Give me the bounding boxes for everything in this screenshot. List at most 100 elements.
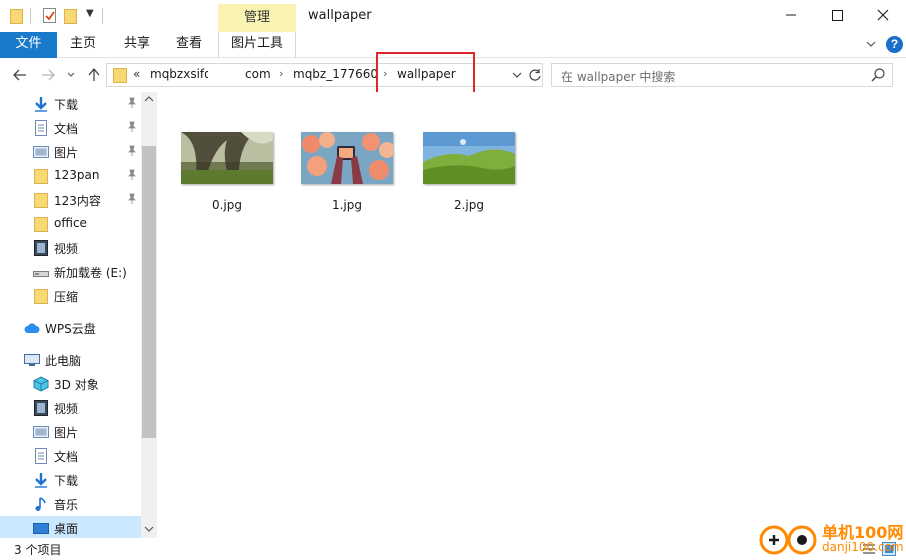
sidebar-item-desktop[interactable]: 桌面 [0,516,142,538]
separator [30,8,31,24]
sidebar-item-label: 3D 对象 [54,378,99,392]
help-icon[interactable]: ? [886,36,903,53]
folder-icon [10,9,23,24]
minimize-button[interactable] [768,0,814,30]
item-count: 3 个项目 [14,543,62,557]
file-name: 0.jpg [211,198,243,212]
sidebar-item-label: office [54,216,87,230]
window-title: wallpaper [308,8,372,23]
breadcrumb-separator[interactable]: › [279,67,283,80]
manage-contextual-tab[interactable]: 管理 [218,4,296,32]
sidebar-item-123content[interactable]: 123内容 [0,188,142,212]
search-icon[interactable] [870,67,886,83]
sidebar-item-label: 123内容 [54,194,101,208]
quick-access-dropdown-icon[interactable]: ▼ [86,8,94,19]
pin-icon[interactable] [126,169,138,181]
drive-icon [33,271,49,277]
file-item[interactable]: 0.jpg [179,132,275,214]
video-icon [34,400,48,416]
sidebar-item-videos[interactable]: 视频 [0,236,142,260]
watermark-logo [759,525,817,555]
tab-picture-tools[interactable]: 图片工具 [218,32,296,58]
3d-objects-icon [33,376,49,392]
new-folder-icon[interactable] [64,8,77,24]
breadcrumb-item[interactable]: com [245,67,271,81]
sidebar-item-label: 图片 [54,146,79,160]
folder-icon [34,169,48,184]
sidebar-item-downloads-pc[interactable]: 下载 [0,468,142,492]
sidebar-item-label: 文档 [54,450,79,464]
sidebar-item-123pan[interactable]: 123pan [0,164,142,188]
pin-icon[interactable] [126,121,138,133]
title-bar: ▼ 管理 wallpaper [0,0,906,32]
video-icon [34,240,48,256]
site-watermark: 单机100网 danji100.com [758,516,906,560]
back-arrow-icon[interactable] [12,67,28,83]
sidebar-item-downloads[interactable]: 下载 [0,92,142,116]
search-placeholder: 在 wallpaper 中搜索 [561,70,676,84]
music-icon [35,497,46,511]
download-icon [35,473,47,488]
sidebar-item-drive-e[interactable]: 新加载卷 (E:) [0,260,142,284]
sidebar-item-pictures-pc[interactable]: 图片 [0,420,142,444]
sidebar-item-this-pc[interactable]: 此电脑 [0,348,142,372]
breadcrumb-item[interactable]: mqbz_177660 [293,67,378,81]
recent-locations-icon[interactable] [66,67,76,83]
scroll-up-icon[interactable] [144,94,154,104]
breadcrumb-overflow[interactable]: « [133,67,140,81]
sidebar-item-label: 桌面 [54,522,79,536]
sidebar-item-office[interactable]: office [0,212,142,236]
tab-view[interactable]: 查看 [166,32,212,58]
desktop-icon [33,523,49,534]
tab-share[interactable]: 共享 [114,32,160,58]
chevron-down-icon[interactable] [864,37,878,51]
scrollbar-thumb[interactable] [142,146,156,438]
sidebar-item-compressed[interactable]: 压缩 [0,284,142,308]
address-bar[interactable]: « mqbzxsifd com › mqbz_177660 › wallpape… [106,63,543,87]
file-item[interactable]: 1.jpg [299,132,395,214]
sidebar-item-label: 视频 [54,242,79,256]
download-icon [35,97,47,112]
sidebar-item-documents-pc[interactable]: 文档 [0,444,142,468]
folder-icon [34,217,48,232]
pin-icon[interactable] [126,145,138,157]
sidebar-item-music[interactable]: 音乐 [0,492,142,516]
sidebar-item-label: WPS云盘 [45,322,96,336]
sidebar-item-label: 压缩 [54,290,79,304]
sidebar-item-documents[interactable]: 文档 [0,116,142,140]
sidebar-item-videos-pc[interactable]: 视频 [0,396,142,420]
sidebar-item-label: 此电脑 [45,354,82,368]
tab-home[interactable]: 主页 [60,32,106,58]
search-input[interactable]: 在 wallpaper 中搜索 [551,63,893,87]
pin-icon[interactable] [126,193,138,205]
breadcrumb-item[interactable]: mqbzxsifd [150,67,212,81]
file-name: 2.jpg [453,198,485,212]
folder-icon [34,289,48,304]
properties-icon[interactable] [42,6,58,24]
refresh-icon[interactable] [527,67,543,83]
pin-icon[interactable] [126,97,138,109]
sidebar-item-3d-objects[interactable]: 3D 对象 [0,372,142,396]
sidebar-item-pictures[interactable]: 图片 [0,140,142,164]
sidebar-item-label: 新加载卷 (E:) [54,266,127,280]
watermark-subtitle: danji100.com [822,540,904,554]
chevron-down-icon[interactable] [511,69,523,81]
sidebar-scrollbar[interactable] [141,92,157,538]
folder-icon [34,193,48,208]
sidebar-item-wps-cloud[interactable]: WPS云盘 [0,316,142,340]
cloud-icon [24,323,40,333]
maximize-button[interactable] [814,0,860,30]
folder-icon [113,68,127,83]
forward-arrow-icon[interactable] [40,67,56,83]
computer-icon [24,354,40,366]
file-item[interactable]: 2.jpg [421,132,517,214]
sidebar-item-label: 下载 [54,98,79,112]
tab-file[interactable]: 文件 [0,32,57,58]
pictures-icon [33,146,49,158]
close-button[interactable] [860,0,906,30]
sidebar-item-label: 123pan [54,168,100,182]
scroll-down-icon[interactable] [144,524,154,534]
up-arrow-icon[interactable] [86,67,102,83]
file-view: 0.jpg 1.jpg 2.jpg [157,92,906,538]
redaction-mask [208,65,242,85]
